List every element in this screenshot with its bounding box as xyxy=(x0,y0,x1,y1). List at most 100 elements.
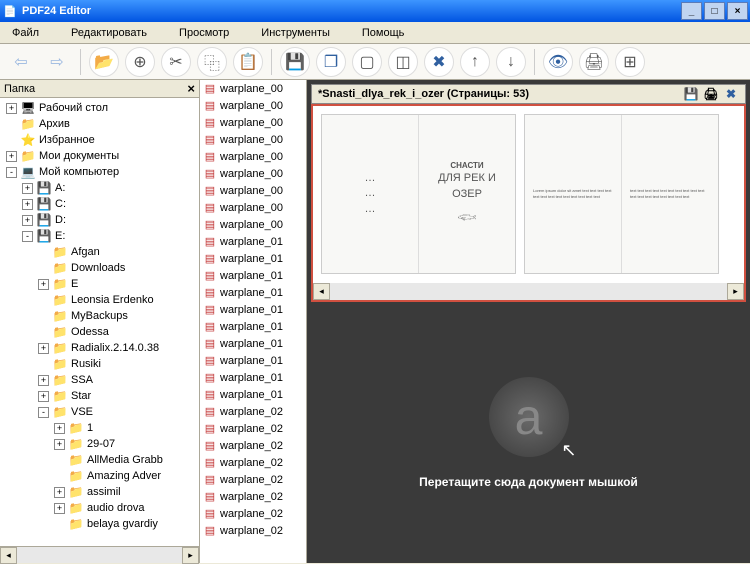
tree-node[interactable]: +💾A: xyxy=(2,180,197,196)
expander-icon[interactable]: - xyxy=(22,231,33,242)
tree-node[interactable]: +📁Мои документы xyxy=(2,148,197,164)
file-item[interactable]: ▤warplane_01 xyxy=(200,352,306,369)
open-button[interactable]: 📂 xyxy=(89,47,119,77)
expander-icon[interactable]: + xyxy=(38,375,49,386)
maximize-button[interactable]: □ xyxy=(704,2,725,20)
back-button[interactable]: ⇦ xyxy=(6,47,36,77)
tree-node[interactable]: +📁E xyxy=(2,276,197,292)
drop-zone[interactable]: a↖ Перетащите сюда документ мышкой xyxy=(307,302,750,563)
expander-icon[interactable]: + xyxy=(6,151,17,162)
tree-node[interactable]: 📁belaya gvardiy xyxy=(2,516,197,532)
folder-tree[interactable]: +🖥Рабочий стол📁Архив⭐Избранное+📁Мои доку… xyxy=(0,98,199,546)
file-item[interactable]: ▤warplane_02 xyxy=(200,420,306,437)
up-button[interactable]: ↑ xyxy=(460,47,490,77)
expander-icon[interactable]: + xyxy=(54,487,65,498)
page-spread-2[interactable]: Lorem ipsum dolor sit amet text text tex… xyxy=(524,114,719,274)
expander-icon[interactable]: - xyxy=(6,167,17,178)
file-item[interactable]: ▤warplane_01 xyxy=(200,335,306,352)
tree-node[interactable]: 📁Downloads xyxy=(2,260,197,276)
page-button[interactable]: ▢ xyxy=(352,47,382,77)
grid-button[interactable]: ⊞ xyxy=(615,47,645,77)
print-button[interactable]: 🖨 xyxy=(579,47,609,77)
preview-scroll-left[interactable]: ◂ xyxy=(313,283,330,300)
file-item[interactable]: ▤warplane_00 xyxy=(200,131,306,148)
tree-node[interactable]: +🖥Рабочий стол xyxy=(2,100,197,116)
save-button[interactable]: 💾 xyxy=(280,47,310,77)
file-item[interactable]: ▤warplane_00 xyxy=(200,114,306,131)
file-list[interactable]: ▤warplane_00▤warplane_00▤warplane_00▤war… xyxy=(200,80,307,563)
file-item[interactable]: ▤warplane_02 xyxy=(200,471,306,488)
expander-icon[interactable]: + xyxy=(54,423,65,434)
folder-panel-close[interactable]: × xyxy=(187,81,195,96)
scroll-right-button[interactable]: ▸ xyxy=(182,547,199,564)
expander-icon[interactable]: + xyxy=(54,503,65,514)
cut-button[interactable]: ✂ xyxy=(161,47,191,77)
menu-file[interactable]: Файл xyxy=(8,25,43,41)
tree-node[interactable]: 📁Amazing Adver xyxy=(2,468,197,484)
file-item[interactable]: ▤warplane_02 xyxy=(200,488,306,505)
file-item[interactable]: ▤warplane_01 xyxy=(200,233,306,250)
expander-icon[interactable]: + xyxy=(22,183,33,194)
tree-node[interactable]: +📁SSA xyxy=(2,372,197,388)
page-spread-1[interactable]: ……… СНАСТИДЛЯ РЕК И ОЗЕР𓆟 xyxy=(321,114,516,274)
tree-node[interactable]: +📁assimil xyxy=(2,484,197,500)
file-item[interactable]: ▤warplane_02 xyxy=(200,437,306,454)
file-item[interactable]: ▤warplane_00 xyxy=(200,182,306,199)
tree-node[interactable]: ⭐Избранное xyxy=(2,132,197,148)
document-preview[interactable]: ……… СНАСТИДЛЯ РЕК И ОЗЕР𓆟 Lorem ipsum do… xyxy=(311,104,746,302)
tree-node[interactable]: -💾E: xyxy=(2,228,197,244)
file-item[interactable]: ▤warplane_02 xyxy=(200,454,306,471)
tree-node[interactable]: 📁Rusiki xyxy=(2,356,197,372)
tree-node[interactable]: 📁Leonsia Erdenko xyxy=(2,292,197,308)
menu-tools[interactable]: Инструменты xyxy=(257,25,334,41)
saveall-button[interactable]: ❐ xyxy=(316,47,346,77)
expander-icon[interactable]: + xyxy=(38,391,49,402)
down-button[interactable]: ↓ xyxy=(496,47,526,77)
tree-node[interactable]: 📁Архив xyxy=(2,116,197,132)
menu-view[interactable]: Просмотр xyxy=(175,25,233,41)
file-item[interactable]: ▤warplane_00 xyxy=(200,80,306,97)
file-item[interactable]: ▤warplane_02 xyxy=(200,403,306,420)
file-item[interactable]: ▤warplane_01 xyxy=(200,250,306,267)
file-item[interactable]: ▤warplane_01 xyxy=(200,369,306,386)
file-item[interactable]: ▤warplane_00 xyxy=(200,148,306,165)
minimize-button[interactable]: _ xyxy=(681,2,702,20)
preview-scroll-right[interactable]: ▸ xyxy=(727,283,744,300)
file-item[interactable]: ▤warplane_02 xyxy=(200,522,306,539)
expander-icon[interactable]: + xyxy=(38,279,49,290)
tree-node[interactable]: +📁Star xyxy=(2,388,197,404)
expander-icon[interactable]: + xyxy=(22,199,33,210)
file-item[interactable]: ▤warplane_01 xyxy=(200,301,306,318)
file-item[interactable]: ▤warplane_00 xyxy=(200,97,306,114)
file-item[interactable]: ▤warplane_00 xyxy=(200,216,306,233)
tree-node[interactable]: 📁Afgan xyxy=(2,244,197,260)
file-item[interactable]: ▤warplane_02 xyxy=(200,505,306,522)
doc-print-icon[interactable]: 🖨 xyxy=(703,86,719,102)
file-item[interactable]: ▤warplane_00 xyxy=(200,165,306,182)
add-button[interactable]: ⊕ xyxy=(125,47,155,77)
tree-node[interactable]: +📁Radialix.2.14.0.38 xyxy=(2,340,197,356)
forward-button[interactable]: ⇨ xyxy=(42,47,72,77)
tree-node[interactable]: 📁Odessa xyxy=(2,324,197,340)
tree-node[interactable]: +📁29-07 xyxy=(2,436,197,452)
folder-hscroll[interactable]: ◂ ▸ xyxy=(0,546,199,563)
file-item[interactable]: ▤warplane_01 xyxy=(200,267,306,284)
close-button[interactable]: × xyxy=(727,2,748,20)
expander-icon[interactable]: - xyxy=(38,407,49,418)
file-item[interactable]: ▤warplane_01 xyxy=(200,318,306,335)
copy-button[interactable]: ⿻ xyxy=(197,47,227,77)
pages-button[interactable]: ◫ xyxy=(388,47,418,77)
delete-button[interactable]: ✖ xyxy=(424,47,454,77)
doc-save-icon[interactable]: 💾 xyxy=(683,86,699,102)
tree-node[interactable]: +💾C: xyxy=(2,196,197,212)
tree-node[interactable]: -📁VSE xyxy=(2,404,197,420)
expander-icon[interactable]: + xyxy=(6,103,17,114)
paste-button[interactable]: 📋 xyxy=(233,47,263,77)
tree-node[interactable]: -💻Мой компьютер xyxy=(2,164,197,180)
file-item[interactable]: ▤warplane_01 xyxy=(200,386,306,403)
scroll-left-button[interactable]: ◂ xyxy=(0,547,17,564)
tree-node[interactable]: +💾D: xyxy=(2,212,197,228)
menu-help[interactable]: Помощь xyxy=(358,25,409,41)
tree-node[interactable]: 📁MyBackups xyxy=(2,308,197,324)
file-item[interactable]: ▤warplane_01 xyxy=(200,284,306,301)
